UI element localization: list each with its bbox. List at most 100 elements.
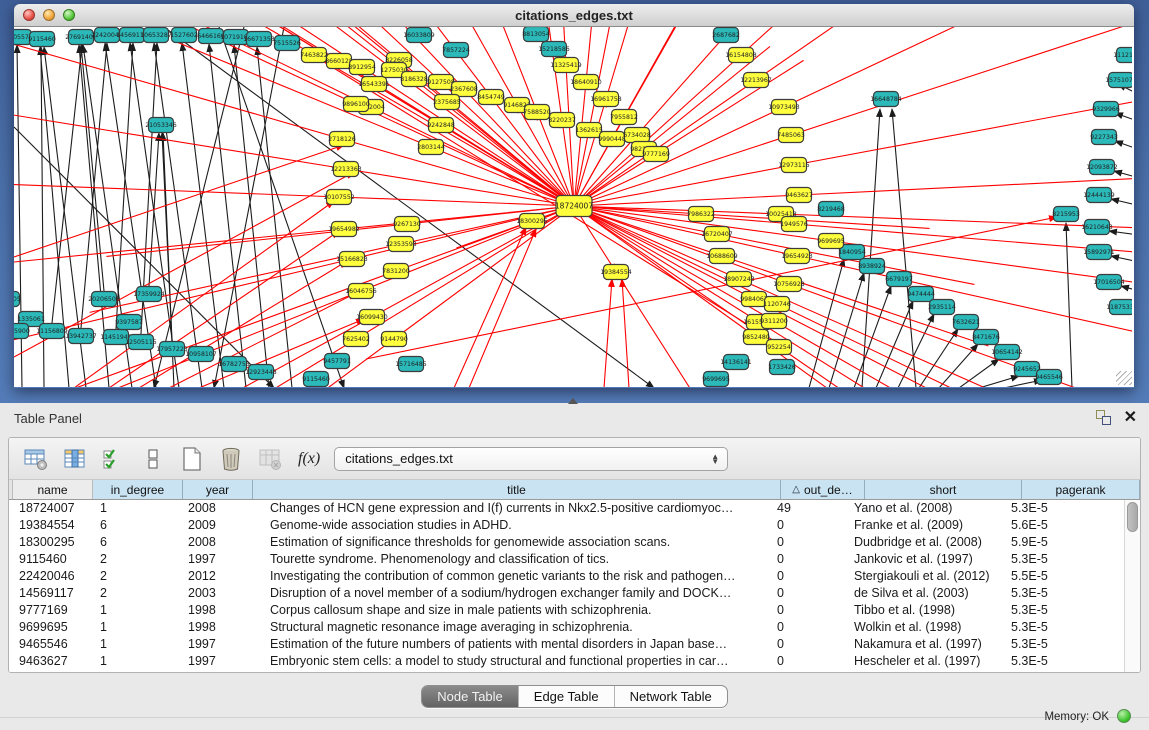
tab-edge-table[interactable]: Edge Table	[519, 686, 615, 707]
graph-node-9457791[interactable]: 9457791	[323, 354, 351, 369]
graph-node-18300295[interactable]: 18300295	[516, 214, 548, 229]
split-rows-icon[interactable]	[138, 445, 168, 473]
graph-node-15218586[interactable]: 15218586	[538, 42, 570, 57]
graph-node-6734028[interactable]: 6734028	[623, 128, 651, 143]
graph-node-16648784[interactable]: 16648784	[870, 92, 902, 107]
graph-node-15892971[interactable]: 15892971	[1083, 245, 1115, 260]
graph-node-11121387[interactable]: 11121387	[1113, 48, 1132, 63]
graph-node-10653287[interactable]: 10653287	[140, 28, 172, 43]
graph-node-10756928[interactable]: 10756928	[773, 277, 805, 292]
table-row[interactable]: 911546021997Tourette syndrome. Phenomeno…	[9, 551, 1124, 568]
citation-network-graph[interactable]: 4405571911546027691406224200461456911710…	[14, 27, 1132, 387]
graph-node-9852480[interactable]: 9852480	[742, 330, 770, 345]
table-vertical-scrollbar[interactable]	[1124, 500, 1140, 673]
graph-node-15166823[interactable]: 15166823	[336, 252, 368, 267]
graph-node-8454749[interactable]: 8454749	[477, 90, 505, 105]
select-columns-icon[interactable]	[99, 445, 129, 473]
graph-node-2718126[interactable]: 2718126	[328, 132, 356, 147]
graph-node-9699695[interactable]: 9699695	[702, 372, 730, 387]
graph-node-3915900[interactable]: 3915900	[14, 324, 30, 339]
graph-node-9115460[interactable]: 9115460	[302, 372, 330, 387]
graph-node-12093872[interactable]: 12093872	[1086, 160, 1118, 175]
graph-node-9463627[interactable]: 9463627	[785, 188, 813, 203]
graph-node-12923448[interactable]: 12923448	[245, 365, 277, 380]
graph-node-17359924[interactable]: 17359924	[133, 287, 165, 302]
column-header-short[interactable]: short	[865, 480, 1022, 499]
graph-node-9115460[interactable]: 9115460	[28, 32, 56, 47]
column-header-outde[interactable]: △out_de…	[781, 480, 865, 499]
graph-node-8471676[interactable]: 8471676	[972, 330, 1000, 345]
graph-node-7857224[interactable]: 7857224	[442, 43, 470, 58]
table-settings-icon[interactable]	[21, 445, 51, 473]
graph-node-12505115[interactable]: 12505115	[125, 335, 157, 350]
graph-node-9777169[interactable]: 9777169	[642, 147, 670, 162]
graph-node-8813054[interactable]: 8813054	[522, 27, 550, 42]
graph-node-2375685[interactable]: 2375685	[433, 95, 461, 110]
column-header-indegree[interactable]: in_degree	[93, 480, 183, 499]
tab-network-table[interactable]: Network Table	[615, 686, 727, 707]
graph-node-2803144[interactable]: 2803144	[417, 140, 445, 155]
graph-node-952254[interactable]: 952254	[767, 340, 792, 355]
graph-node-15716485[interactable]: 15716485	[395, 357, 427, 372]
table-select-dropdown[interactable]: citations_edges.txt ▲▼	[334, 447, 728, 471]
graph-node-1949576[interactable]: 1949576	[780, 217, 808, 232]
graph-node-9242848[interactable]: 9242848	[427, 118, 455, 133]
window-resize-grip[interactable]	[1116, 371, 1132, 385]
zoom-window-icon[interactable]	[63, 9, 75, 21]
graph-node-9990448[interactable]: 9990448	[598, 132, 626, 147]
column-header-pagerank[interactable]: pagerank	[1022, 480, 1140, 499]
graph-node-7831200[interactable]: 7831200	[382, 264, 410, 279]
graph-node-7625402[interactable]: 7625402	[342, 332, 370, 347]
graph-node-16210643[interactable]: 16210643	[1081, 220, 1113, 235]
table-column-icon[interactable]	[60, 445, 90, 473]
graph-node-7515526[interactable]: 7515526	[273, 36, 301, 51]
graph-node-12353593[interactable]: 12353593	[385, 237, 417, 252]
function-icon[interactable]: f(x)	[298, 450, 320, 468]
graph-node-16671358[interactable]: 16671358	[243, 32, 275, 47]
graph-node-1120746[interactable]: 1120746	[763, 297, 791, 312]
graph-node-9397587[interactable]: 9397587	[115, 315, 143, 330]
close-panel-icon[interactable]: ✕	[1124, 407, 1137, 427]
graph-node-18724007[interactable]: 18724007	[555, 196, 593, 217]
graph-node-18640910[interactable]: 18640910	[570, 75, 602, 90]
graph-node-16543391[interactable]: 16543391	[358, 77, 390, 92]
graph-node-19654982[interactable]: 19654982	[328, 222, 360, 237]
table-row[interactable]: 1872400712008Changes of HCN gene express…	[9, 500, 1124, 517]
graph-node-1527602[interactable]: 1527602	[170, 28, 198, 43]
graph-node-13942737[interactable]: 13942737	[65, 329, 97, 344]
graph-node-7485063[interactable]: 7485063	[777, 128, 805, 143]
graph-node-9329966[interactable]: 9329966	[1092, 102, 1120, 117]
graph-node-12213967[interactable]: 12213967	[740, 73, 772, 88]
column-header-year[interactable]: year	[183, 480, 253, 499]
graph-node-16099430[interactable]: 16099430	[356, 310, 388, 325]
table-row[interactable]: 946362711997Embryonic stem cells: a mode…	[9, 653, 1124, 670]
graph-node-19384554[interactable]: 19384554	[600, 265, 632, 280]
graph-node-19654923[interactable]: 19654923	[781, 249, 813, 264]
graph-node-7632621[interactable]: 7632621	[952, 315, 980, 330]
tab-node-table[interactable]: Node Table	[422, 686, 519, 707]
graph-node-9227343[interactable]: 9227343	[1090, 130, 1118, 145]
graph-node-14136141[interactable]: 14136141	[720, 355, 752, 370]
table-row[interactable]: 1456911722003Disruption of a novel membe…	[9, 585, 1124, 602]
graph-node-7588520[interactable]: 7588520	[523, 105, 551, 120]
node-table-header[interactable]: namein_degreeyeartitle△out_de…shortpager…	[9, 480, 1140, 500]
graph-node-21053346[interactable]: 21053346	[145, 118, 177, 133]
column-header-title[interactable]: title	[253, 480, 781, 499]
graph-node-18907243[interactable]: 18907243	[723, 272, 755, 287]
graph-node-6679197[interactable]: 6679197	[885, 272, 913, 287]
graph-node-11875330[interactable]: 11875330	[1106, 300, 1132, 315]
table-row[interactable]: 1830029562008Estimation of significance …	[9, 534, 1124, 551]
graph-node-9267130[interactable]: 9267130	[393, 217, 421, 232]
graph-node-11325419[interactable]: 11325419	[550, 58, 582, 73]
minimize-window-icon[interactable]	[43, 9, 55, 21]
graph-node-7463822[interactable]: 7463822	[300, 48, 328, 63]
graph-node-1733426[interactable]: 1733426	[768, 360, 796, 375]
graph-node-9311200[interactable]: 9311200	[760, 314, 788, 329]
node-table-rows[interactable]: 1872400712008Changes of HCN gene express…	[9, 500, 1124, 673]
graph-node-2935114[interactable]: 2935114	[928, 300, 956, 315]
graph-node-2687682[interactable]: 2687682	[712, 28, 740, 43]
graph-node-17957223[interactable]: 17957223	[156, 342, 188, 357]
delete-table-icon[interactable]	[216, 445, 246, 473]
graph-node-9144790[interactable]: 9144790	[380, 332, 408, 347]
graph-node-16046756[interactable]: 16046756	[345, 284, 377, 299]
